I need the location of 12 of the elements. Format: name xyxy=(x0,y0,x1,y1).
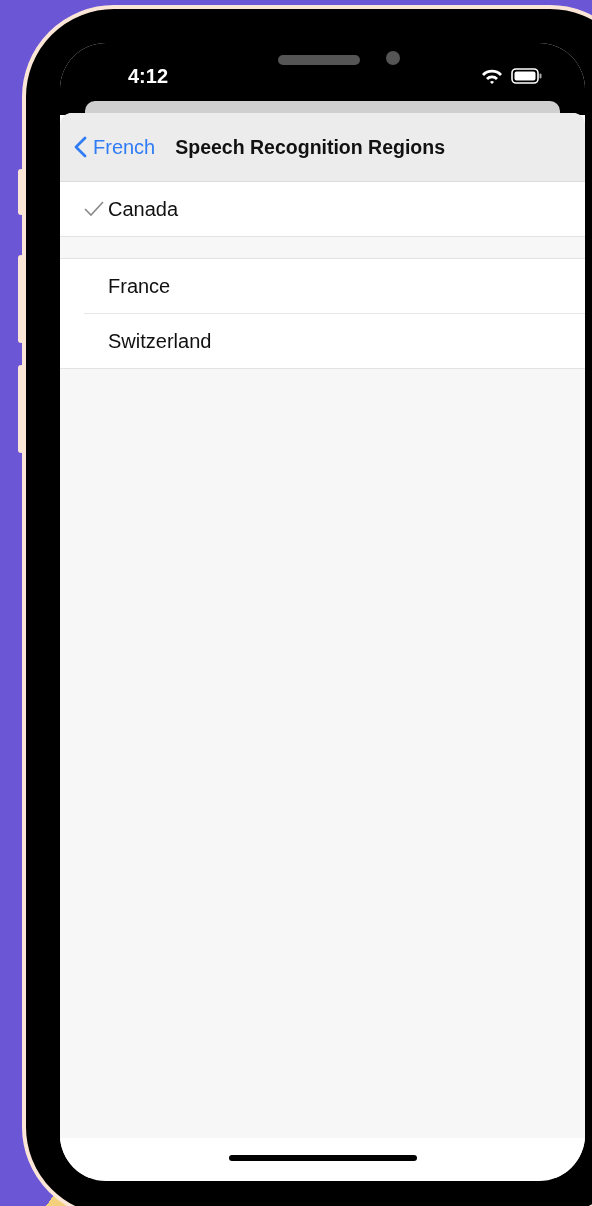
region-label: Switzerland xyxy=(108,329,212,353)
chevron-left-icon xyxy=(74,136,87,158)
wifi-icon xyxy=(481,68,503,84)
battery-icon xyxy=(511,68,543,84)
region-row[interactable]: France xyxy=(60,259,585,313)
region-label: France xyxy=(108,274,171,298)
status-time: 4:12 xyxy=(128,64,169,88)
region-label: Canada xyxy=(108,197,179,221)
camera-dot xyxy=(386,51,400,65)
region-row[interactable]: Canada xyxy=(60,182,585,236)
navigation-title: Speech Recognition Regions xyxy=(175,135,446,159)
region-row[interactable]: Switzerland xyxy=(84,313,585,368)
